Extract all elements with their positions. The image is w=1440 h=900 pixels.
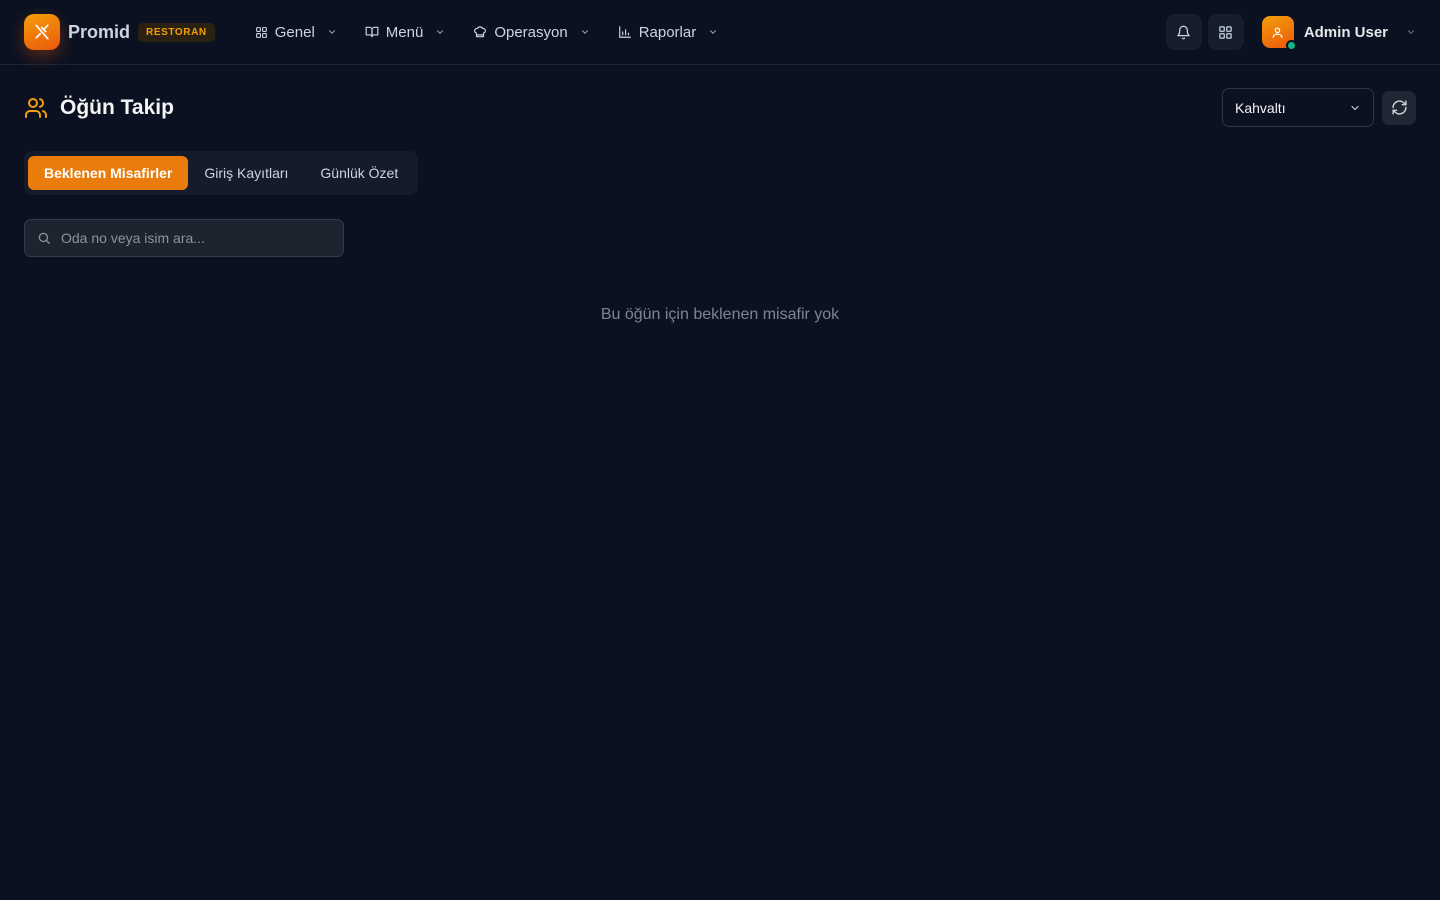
- empty-state-message: Bu öğün için beklenen misafir yok: [600, 306, 840, 323]
- bell-icon: [1177, 25, 1191, 39]
- chevron-down-icon: [581, 30, 588, 34]
- nav-item-genel[interactable]: Genel: [245, 14, 347, 50]
- chevron-down-icon: [1351, 105, 1359, 110]
- brand-name: Promid: [68, 21, 131, 42]
- search-icon: [38, 232, 50, 244]
- tab-beklenen-misafirler[interactable]: Beklenen Misafirler: [28, 156, 189, 190]
- search-box: [24, 219, 344, 257]
- brand[interactable]: Promid RESTORAN: [24, 14, 215, 50]
- notifications-button[interactable]: [1165, 14, 1202, 50]
- top-navbar: Promid RESTORAN Genel Menü Operasyon Rap…: [0, 0, 1440, 65]
- nav-item-operasyon[interactable]: Operasyon: [463, 14, 599, 50]
- user-name: Admin User: [1303, 23, 1388, 41]
- nav-label: Operasyon: [494, 23, 568, 41]
- main-nav: Genel Menü Operasyon Raporlar: [245, 14, 736, 50]
- bar-chart-icon: [618, 26, 631, 38]
- chef-hat-icon: [474, 26, 487, 38]
- chevron-down-icon: [328, 30, 335, 34]
- search-input[interactable]: [61, 230, 321, 246]
- grid-icon: [1219, 25, 1233, 39]
- users-icon: [25, 97, 47, 118]
- page-title: Öğün Takip: [60, 95, 174, 119]
- avatar: [1261, 16, 1297, 51]
- nav-label: Menü: [385, 23, 424, 41]
- refresh-icon: [1391, 100, 1407, 115]
- topbar-actions: Admin User: [1160, 14, 1416, 51]
- tab-giris-kayitlari[interactable]: Giriş Kayıtları: [188, 156, 304, 190]
- meal-select[interactable]: Kahvaltı: [1222, 88, 1374, 127]
- refresh-button[interactable]: [1382, 90, 1416, 125]
- nav-label: Genel: [274, 23, 315, 41]
- user-menu[interactable]: Admin User: [1261, 16, 1416, 51]
- apps-button[interactable]: [1207, 14, 1244, 50]
- grid-icon: [255, 26, 267, 38]
- page-header: Öğün Takip Kahvaltı: [24, 88, 1416, 127]
- chevron-down-icon: [710, 30, 717, 34]
- nav-item-menu[interactable]: Menü: [355, 14, 456, 50]
- page-header-actions: Kahvaltı: [1222, 88, 1416, 127]
- utensils-logo-icon: [24, 14, 60, 50]
- tab-gunluk-ozet[interactable]: Günlük Özet: [304, 156, 414, 190]
- chevron-down-icon: [437, 30, 444, 34]
- brand-badge: RESTORAN: [138, 22, 215, 42]
- chevron-down-icon: [1407, 30, 1415, 34]
- meal-select-value: Kahvaltı: [1235, 99, 1286, 116]
- nav-item-raporlar[interactable]: Raporlar: [608, 14, 729, 50]
- user-icon: [1272, 27, 1283, 38]
- online-status-dot: [1285, 40, 1297, 51]
- book-open-icon: [365, 26, 379, 38]
- tab-bar: Beklenen Misafirler Giriş Kayıtları Günl…: [24, 151, 419, 195]
- nav-label: Raporlar: [638, 23, 697, 41]
